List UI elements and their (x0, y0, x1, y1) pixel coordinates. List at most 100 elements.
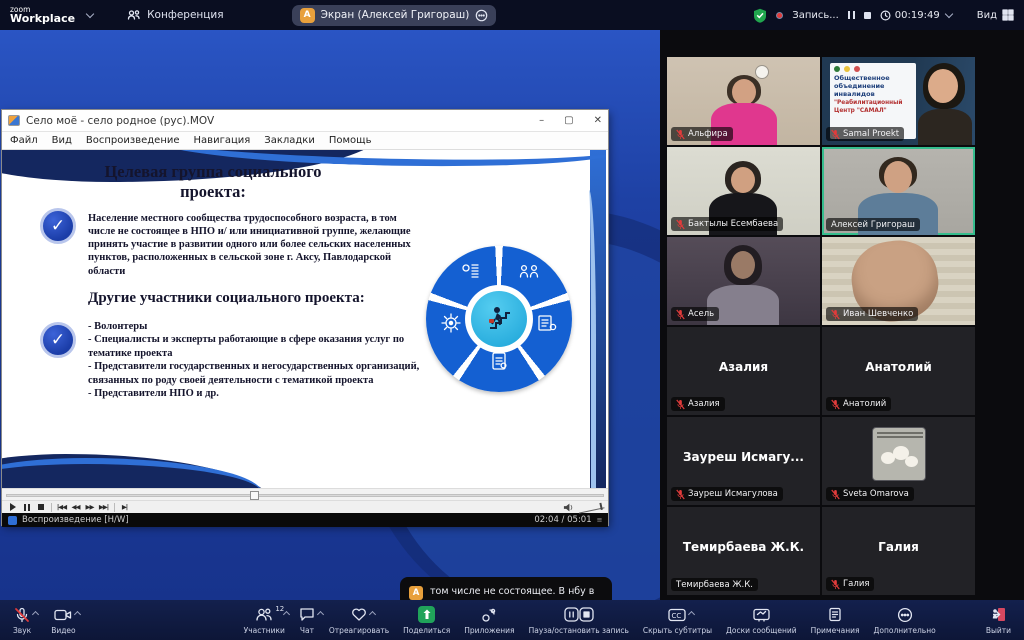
participant-tile-zauresh[interactable]: Зауреш Исмагу... Зауреш Исмагулова (667, 417, 820, 505)
screen-tab-label: Экран (Алексей Григораш) (320, 9, 470, 21)
caption-text: том числе не состоящее. В нбу в инициати… (430, 586, 595, 600)
slide-list-item: - Представители государственных и негосу… (88, 361, 420, 386)
frame-step-button[interactable]: ▶| (118, 502, 131, 513)
stop-recording-icon[interactable] (863, 11, 871, 19)
participant-name-tag: Азалия (671, 397, 725, 411)
person-climbing-stairs-icon (489, 307, 510, 329)
mic-muted-icon (831, 579, 840, 589)
more-button[interactable]: Дополнительно (869, 606, 941, 635)
rewind-button[interactable]: ◀◀ (69, 502, 82, 513)
whiteboard-icon (753, 608, 770, 622)
speaker-icon (563, 503, 573, 511)
ellipsis-circle-icon[interactable] (475, 9, 488, 22)
participant-tile-galiya[interactable]: Галия Галия (822, 507, 975, 595)
participant-name-tag: Зауреш Исмагулова (671, 487, 783, 501)
stop-button[interactable] (34, 502, 47, 513)
profile-photo (872, 427, 926, 481)
clipboard-check-icon (488, 350, 510, 372)
tab-shared-screen[interactable]: А Экран (Алексей Григораш) (291, 4, 497, 26)
top-bar-right: Запись... 00:19:49 Вид (753, 8, 1014, 23)
participant-tile-anatoliy[interactable]: Анатолий Анатолий (822, 327, 975, 415)
participant-tile-sveta[interactable]: Sveta Omarova (822, 417, 975, 505)
meeting-timer[interactable]: 00:19:49 (880, 10, 953, 21)
mic-muted-icon (831, 399, 840, 409)
wall-clock (755, 65, 769, 79)
record-pause-stop-button[interactable]: Пауза/остановить запись (524, 606, 634, 635)
loop-mode-icon[interactable]: ≡ (597, 516, 603, 524)
whiteboards-button[interactable]: Доски сообщений (721, 606, 802, 635)
leave-meeting-button[interactable]: Выйти (981, 606, 1016, 635)
participant-tile-alfira[interactable]: Альфира (667, 57, 820, 145)
media-player-app-icon (8, 115, 20, 126)
participant-tile-ivan[interactable]: Иван Шевченко (822, 237, 975, 325)
captions-button[interactable]: CC Скрыть субтитры (638, 606, 717, 635)
pause-button[interactable] (20, 502, 33, 513)
volume-control[interactable] (563, 500, 605, 514)
participants-button[interactable]: 12 Участники (239, 605, 291, 635)
minimize-button[interactable]: – (539, 115, 544, 126)
mic-muted-icon (831, 309, 840, 319)
slide-decoration (2, 458, 262, 488)
tab-conference[interactable]: Конференция (127, 9, 224, 21)
pause-recording-icon[interactable] (847, 11, 855, 19)
player-title-bar[interactable]: Село моё - село родное (рус).MOV – ▢ ✕ (2, 110, 608, 132)
participant-tile-temirbaeva[interactable]: Темирбаева Ж.К. Темирбаева Ж.К. (667, 507, 820, 595)
top-bar: zoom Workplace Конференция А Экран (Алек… (0, 0, 1024, 30)
menu-help[interactable]: Помощь (329, 135, 372, 146)
vision-network-icon (440, 312, 462, 334)
playback-status-label: Воспроизведение [H/W] (22, 515, 129, 525)
participant-tile-asel[interactable]: Асель (667, 237, 820, 325)
chat-bubble-icon (300, 608, 314, 621)
audio-button[interactable]: Звук (8, 606, 40, 635)
menu-bookmarks[interactable]: Закладки (264, 135, 315, 146)
view-button[interactable]: Вид (977, 9, 1014, 21)
participant-name-tag: Иван Шевченко (826, 307, 919, 321)
mic-muted-icon (831, 489, 840, 499)
seek-handle[interactable] (250, 491, 260, 500)
seek-bar[interactable] (2, 488, 608, 500)
security-shield-icon[interactable] (753, 8, 767, 23)
apps-button[interactable]: Приложения (459, 606, 519, 635)
chat-button[interactable]: Чат (294, 606, 324, 635)
caption-speaker-avatar: А (409, 586, 423, 600)
menu-file[interactable]: Файл (10, 135, 38, 146)
meeting-toolbar: Звук Видео 12 Участники Чат Отреагироват… (0, 600, 1024, 640)
player-window-title: Село моё - село родное (рус).MOV (26, 114, 215, 127)
maximize-button[interactable]: ▢ (564, 115, 573, 126)
pause-stop-record-icon (564, 607, 594, 622)
participant-tile-aleksey-active-speaker[interactable]: Алексей Григораш (822, 147, 975, 235)
play-button[interactable] (6, 502, 19, 513)
heart-icon (352, 608, 366, 621)
close-button[interactable]: ✕ (594, 115, 602, 126)
participant-tile-baktyly[interactable]: Бактылы Есембаева (667, 147, 820, 235)
reactions-button[interactable]: Отреагировать (324, 606, 394, 635)
menu-navigation[interactable]: Навигация (194, 135, 251, 146)
slide-title: Целевая группа социального проекта: (104, 162, 322, 201)
forward-button[interactable]: ▶▶ (83, 502, 96, 513)
people-icon (127, 10, 140, 20)
share-screen-button[interactable]: Поделиться (398, 606, 455, 635)
view-label: Вид (976, 9, 997, 21)
volume-slider[interactable] (577, 500, 605, 514)
participant-tile-samal[interactable]: Общественное объединение инвалидов "Реаб… (822, 57, 975, 145)
live-captions-overlay[interactable]: А том числе не состоящее. В нбу в инициа… (400, 577, 612, 600)
previous-button[interactable]: |◀◀ (55, 502, 68, 513)
recording-indicator-icon (776, 11, 784, 19)
player-menu-bar: Файл Вид Воспроизведение Навигация Закла… (2, 132, 608, 150)
apps-icon (482, 608, 496, 622)
menu-view[interactable]: Вид (52, 135, 72, 146)
chevron-down-icon[interactable] (85, 9, 95, 19)
participant-tile-azaliya[interactable]: Азалия Азалия (667, 327, 820, 415)
participant-name-tag: Samal Proekt (826, 127, 905, 141)
shared-screen-area: Село моё - село родное (рус).MOV – ▢ ✕ Ф… (0, 30, 660, 600)
participant-display-name: Зауреш Исмагу... (683, 450, 804, 465)
notes-button[interactable]: Примечания (806, 606, 865, 635)
video-button[interactable]: Видео (46, 606, 82, 635)
avatar: А (299, 7, 315, 23)
participant-name-tag: Асель (671, 307, 720, 321)
menu-playback[interactable]: Воспроизведение (86, 135, 180, 146)
mic-muted-icon (676, 489, 685, 499)
checkmark-bullet-icon: ✓ (40, 322, 76, 358)
next-button[interactable]: ▶▶| (97, 502, 110, 513)
cc-icon: CC (668, 608, 687, 621)
